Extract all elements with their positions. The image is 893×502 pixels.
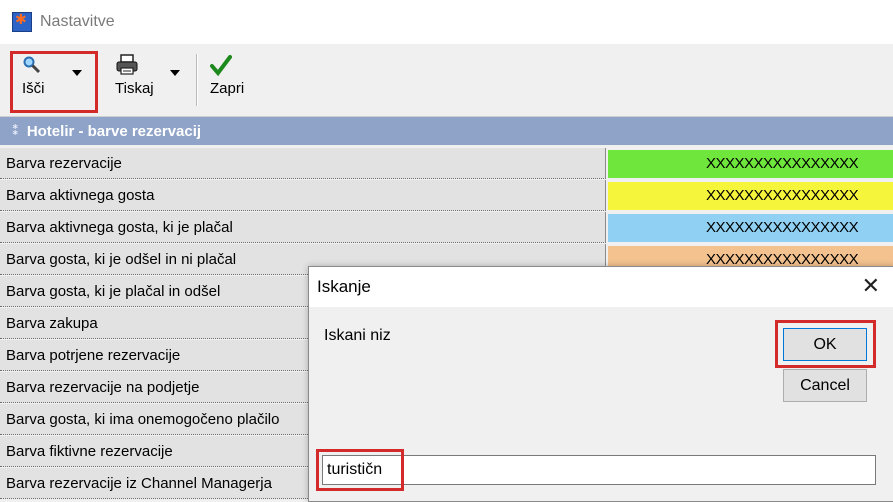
close-button-label: Zapri <box>210 80 245 97</box>
search-highlight-box <box>10 51 98 113</box>
search-input[interactable]: turističn <box>322 455 876 485</box>
input-highlight-box <box>316 449 404 491</box>
app-icon <box>12 11 32 32</box>
table-row[interactable]: Barva rezervacije XXXXXXXXXXXXXXXX <box>0 148 893 180</box>
dialog-title-bar: Iskanje ✕ <box>309 267 893 307</box>
dialog-title: Iskanje <box>317 277 371 296</box>
window-title: Nastavitve <box>40 13 115 30</box>
print-button-label: Tiskaj <box>115 80 154 97</box>
ok-highlight-box <box>775 320 876 368</box>
table-row[interactable]: Barva aktivnega gosta XXXXXXXXXXXXXXXX <box>0 180 893 212</box>
color-cell[interactable]: XXXXXXXXXXXXXXXX <box>608 182 893 210</box>
section-icon: ⁑ <box>12 123 19 138</box>
print-button[interactable]: Tiskaj <box>115 52 185 108</box>
toolbar-separator <box>196 54 198 106</box>
close-icon[interactable]: ✕ <box>862 273 880 299</box>
section-header: ⁑ Hotelir - barve rezervacij <box>0 117 893 145</box>
search-prompt-label: Iskani niz <box>324 327 391 344</box>
color-cell[interactable]: XXXXXXXXXXXXXXXX <box>608 150 893 178</box>
row-label: Barva aktivnega gosta <box>0 180 606 211</box>
section-title: Hotelir - barve rezervacij <box>26 122 202 140</box>
printer-icon <box>115 52 139 78</box>
checkmark-icon <box>210 52 232 78</box>
title-bar: Nastavitve <box>0 0 893 44</box>
row-label: Barva aktivnega gosta, ki je plačal <box>0 212 606 243</box>
table-row[interactable]: Barva aktivnega gosta, ki je plačal XXXX… <box>0 212 893 244</box>
cancel-button[interactable]: Cancel <box>783 369 867 402</box>
chevron-down-icon[interactable] <box>170 70 180 76</box>
search-dialog: Iskanje ✕ Iskani niz OK Cancel turističn <box>308 266 893 502</box>
row-label: Barva rezervacije <box>0 148 606 179</box>
color-cell[interactable]: XXXXXXXXXXXXXXXX <box>608 214 893 242</box>
toolbar: Išči Tiskaj Zapri <box>0 44 893 117</box>
close-button[interactable]: Zapri <box>210 52 260 108</box>
